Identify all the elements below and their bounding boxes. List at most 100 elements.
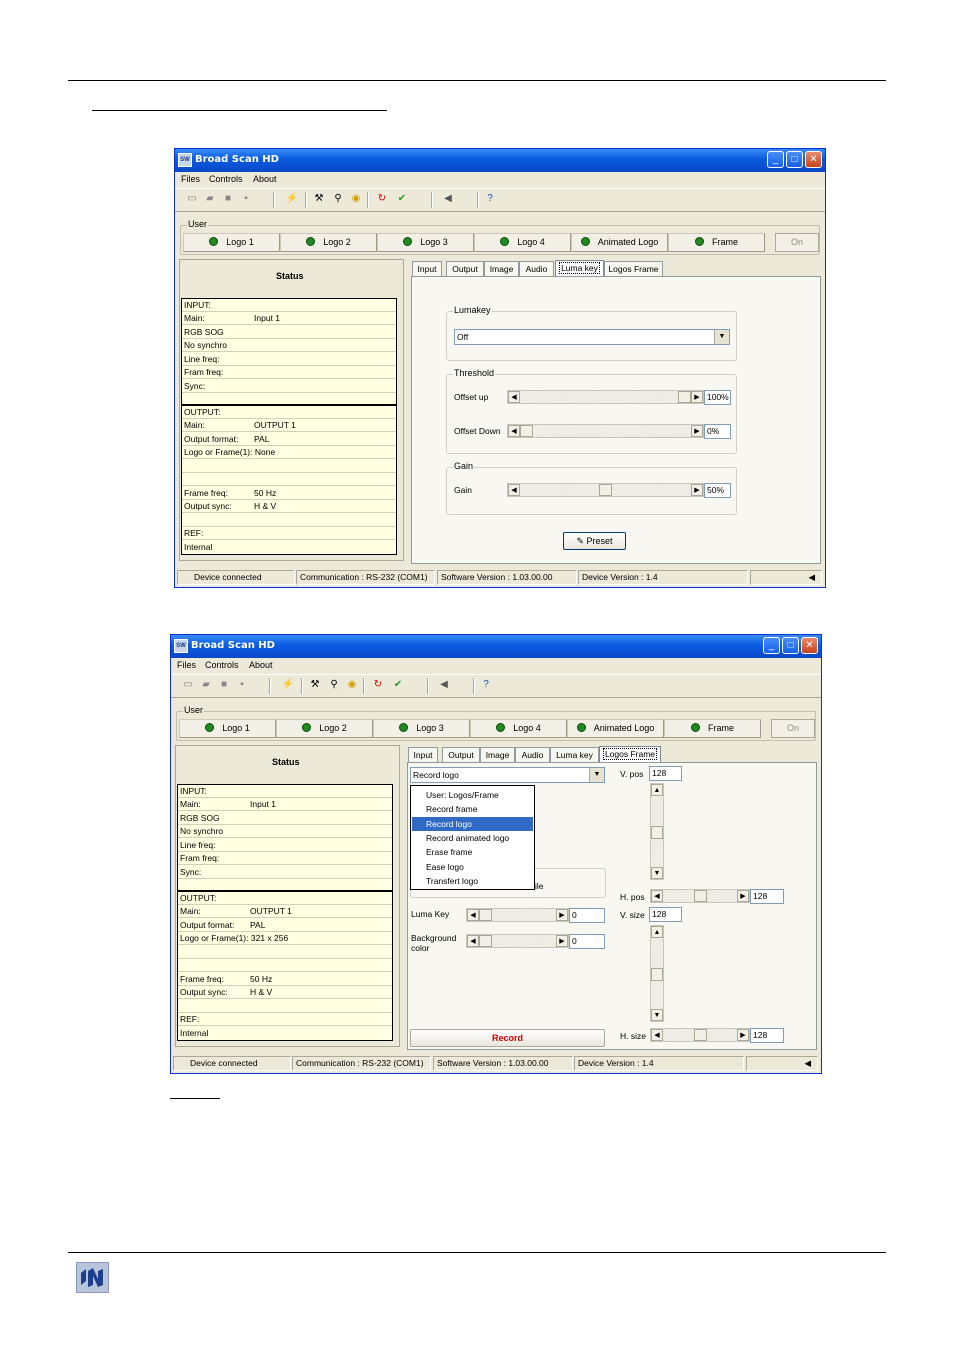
logo-2-button[interactable]: Logo 2 bbox=[280, 233, 377, 252]
tools-icon[interactable]: ⚒ bbox=[312, 192, 326, 206]
luma-key-field[interactable]: 0 bbox=[569, 908, 605, 923]
dropdown-item[interactable]: User: Logos/Frame bbox=[412, 788, 533, 802]
arrow-right-icon[interactable]: ▶ bbox=[737, 1029, 749, 1041]
dropdown-item[interactable]: Transfert logo bbox=[412, 874, 533, 888]
logo-3-button[interactable]: Logo 3 bbox=[377, 233, 474, 252]
arrow-left-icon[interactable]: ◀ bbox=[467, 935, 479, 947]
menu-controls[interactable]: Controls bbox=[209, 174, 243, 184]
preset-button[interactable]: ✎ Preset bbox=[563, 532, 626, 550]
h-size-slider[interactable]: ◀ ▶ bbox=[650, 1028, 750, 1042]
speaker-icon[interactable]: ◀ bbox=[441, 192, 455, 206]
on-button[interactable]: On bbox=[775, 233, 819, 252]
arrow-left-icon[interactable]: ◀ bbox=[508, 484, 520, 496]
v-size-field[interactable]: 128 bbox=[649, 907, 682, 922]
minimize-button[interactable]: _ bbox=[763, 637, 780, 654]
tab-luma-key[interactable]: Luma key bbox=[555, 260, 604, 276]
tab-audio[interactable]: Audio bbox=[515, 747, 550, 762]
animated-logo-button[interactable]: Animated Logo bbox=[567, 719, 664, 738]
warning-icon[interactable]: ◉ bbox=[349, 192, 363, 206]
offset-down-field[interactable]: 0% bbox=[704, 424, 731, 439]
new-file-icon[interactable]: ▭ bbox=[181, 678, 195, 692]
slider-thumb[interactable] bbox=[678, 391, 691, 403]
search-device-icon[interactable]: ⚲ bbox=[331, 192, 345, 206]
frame-button[interactable]: Frame bbox=[664, 719, 761, 738]
arrow-down-icon[interactable]: ▼ bbox=[651, 867, 663, 879]
arrow-right-icon[interactable]: ▶ bbox=[691, 391, 703, 403]
arrow-left-icon[interactable]: ◀ bbox=[508, 425, 520, 437]
slider-thumb[interactable] bbox=[479, 935, 492, 947]
arrow-right-icon[interactable]: ▶ bbox=[556, 909, 568, 921]
reset-icon[interactable]: ↻ bbox=[375, 192, 389, 206]
arrow-down-icon[interactable]: ▼ bbox=[651, 1009, 663, 1021]
speaker-icon[interactable]: ◀ bbox=[437, 678, 451, 692]
menu-files[interactable]: Files bbox=[181, 174, 200, 184]
warning-icon[interactable]: ◉ bbox=[345, 678, 359, 692]
arrow-right-icon[interactable]: ▶ bbox=[691, 425, 703, 437]
maximize-button[interactable]: □ bbox=[782, 637, 799, 654]
frame-button[interactable]: Frame bbox=[668, 233, 765, 252]
logo-3-button[interactable]: Logo 3 bbox=[373, 719, 470, 738]
help-icon[interactable]: ? bbox=[479, 678, 493, 692]
slider-thumb[interactable] bbox=[651, 968, 663, 981]
background-color-slider[interactable]: ◀ ▶ bbox=[466, 934, 569, 948]
tab-output[interactable]: Output bbox=[442, 747, 480, 762]
background-color-field[interactable]: 0 bbox=[569, 934, 605, 949]
slider-thumb[interactable] bbox=[599, 484, 612, 496]
chevron-down-icon[interactable]: ▼ bbox=[589, 768, 604, 782]
gain-field[interactable]: 50% bbox=[704, 483, 731, 498]
arrow-left-icon[interactable]: ◀ bbox=[508, 391, 520, 403]
search-device-icon[interactable]: ⚲ bbox=[327, 678, 341, 692]
apply-icon[interactable]: ✔ bbox=[391, 678, 405, 692]
logo-1-button[interactable]: Logo 1 bbox=[183, 233, 280, 252]
menu-about[interactable]: About bbox=[249, 660, 273, 670]
tab-input[interactable]: Input bbox=[408, 747, 438, 762]
arrow-right-icon[interactable]: ▶ bbox=[556, 935, 568, 947]
logo-4-button[interactable]: Logo 4 bbox=[470, 719, 567, 738]
on-button[interactable]: On bbox=[771, 719, 815, 738]
logo-2-button[interactable]: Logo 2 bbox=[276, 719, 373, 738]
luma-key-slider[interactable]: ◀ ▶ bbox=[466, 908, 569, 922]
tab-output[interactable]: Output bbox=[446, 261, 484, 276]
arrow-left-icon[interactable]: ◀ bbox=[467, 909, 479, 921]
dropdown-item[interactable]: Ease logo bbox=[412, 860, 533, 874]
slider-thumb[interactable] bbox=[520, 425, 533, 437]
apply-icon[interactable]: ✔ bbox=[395, 192, 409, 206]
tab-image[interactable]: Image bbox=[480, 747, 515, 762]
menu-about[interactable]: About bbox=[253, 174, 277, 184]
lumakey-select[interactable]: Off ▼ bbox=[454, 329, 730, 345]
v-pos-field[interactable]: 128 bbox=[649, 766, 682, 781]
arrow-up-icon[interactable]: ▲ bbox=[651, 784, 663, 796]
tab-logos-frame[interactable]: Logos Frame bbox=[604, 261, 663, 276]
h-size-field[interactable]: 128 bbox=[750, 1028, 784, 1043]
save-icon[interactable]: ■ bbox=[221, 192, 235, 206]
tools-icon[interactable]: ⚒ bbox=[308, 678, 322, 692]
h-pos-field[interactable]: 128 bbox=[750, 889, 784, 904]
save-all-icon[interactable]: ▪ bbox=[235, 678, 249, 692]
offset-up-field[interactable]: 100% bbox=[704, 390, 731, 405]
logo-4-button[interactable]: Logo 4 bbox=[474, 233, 571, 252]
offset-up-slider[interactable]: ◀ ▶ bbox=[507, 390, 704, 404]
minimize-button[interactable]: _ bbox=[767, 151, 784, 168]
slider-thumb[interactable] bbox=[694, 1029, 707, 1041]
reset-icon[interactable]: ↻ bbox=[371, 678, 385, 692]
arrow-right-icon[interactable]: ▶ bbox=[737, 890, 749, 902]
slider-thumb[interactable] bbox=[694, 890, 707, 902]
save-icon[interactable]: ■ bbox=[217, 678, 231, 692]
connect-icon[interactable]: ⚡ bbox=[281, 678, 295, 692]
save-all-icon[interactable]: ▪ bbox=[239, 192, 253, 206]
arrow-left-icon[interactable]: ◀ bbox=[651, 890, 663, 902]
gain-slider[interactable]: ◀ ▶ bbox=[507, 483, 704, 497]
arrow-up-icon[interactable]: ▲ bbox=[651, 926, 663, 938]
dropdown-item[interactable]: Record frame bbox=[412, 802, 533, 816]
tab-luma-key[interactable]: Luma key bbox=[550, 747, 599, 762]
dropdown-item[interactable]: Record animated logo bbox=[412, 831, 533, 845]
logo-1-button[interactable]: Logo 1 bbox=[179, 719, 276, 738]
arrow-right-icon[interactable]: ▶ bbox=[691, 484, 703, 496]
slider-thumb[interactable] bbox=[479, 909, 492, 921]
record-button[interactable]: Record bbox=[410, 1029, 605, 1047]
open-folder-icon[interactable]: ▰ bbox=[199, 678, 213, 692]
menu-controls[interactable]: Controls bbox=[205, 660, 239, 670]
animated-logo-button[interactable]: Animated Logo bbox=[571, 233, 668, 252]
dropdown-item[interactable]: Record logo bbox=[412, 817, 533, 831]
dropdown-item[interactable]: Erase frame bbox=[412, 845, 533, 859]
